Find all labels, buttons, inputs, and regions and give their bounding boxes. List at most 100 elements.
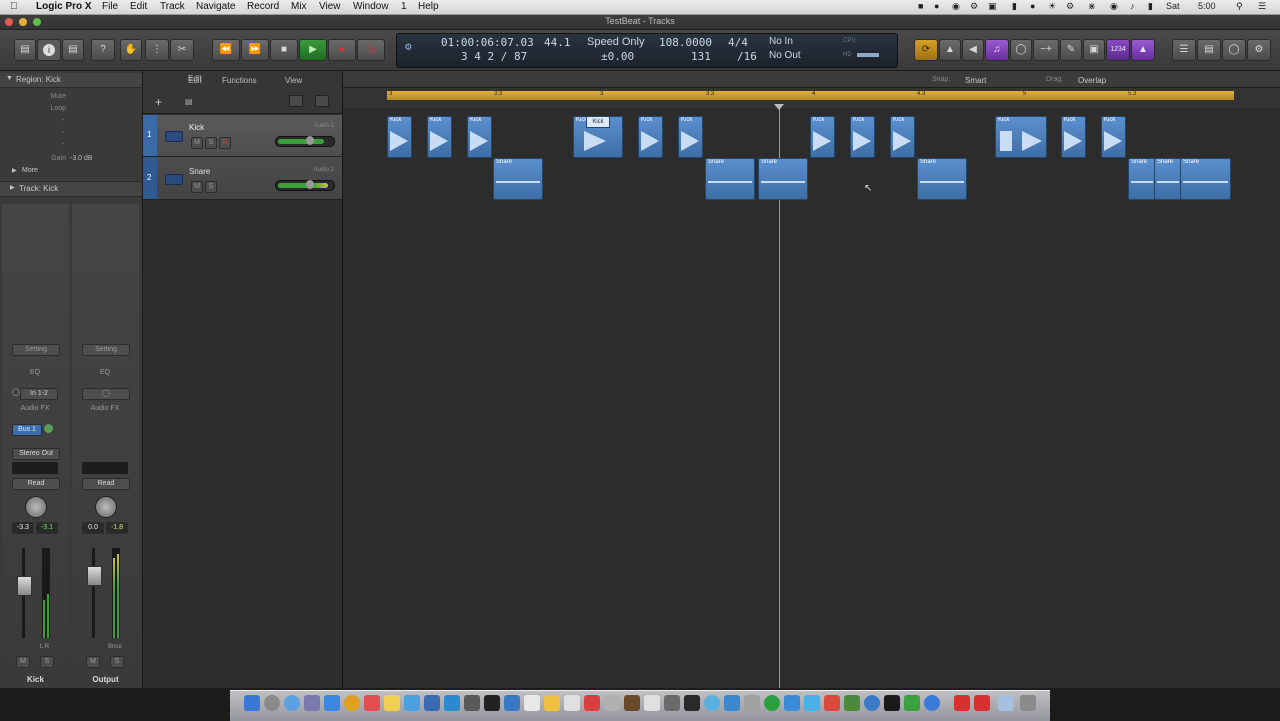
app-icon[interactable] (324, 695, 340, 711)
menu-app-name[interactable]: Logic Pro X (36, 1, 92, 12)
folder-icon[interactable]: ▤ (185, 97, 193, 106)
app-icon[interactable] (524, 695, 540, 711)
audio-region-kick[interactable]: Kick (810, 116, 835, 158)
app-icon[interactable] (824, 695, 840, 711)
app-icon[interactable] (564, 695, 580, 711)
audio-region-snare[interactable]: Snare (493, 158, 543, 200)
chrome-icon[interactable] (344, 695, 360, 711)
app-icon[interactable] (624, 695, 640, 711)
cycle-button[interactable]: ⟳ (914, 39, 938, 61)
local-edit-menu[interactable]: Edit (188, 76, 202, 85)
spotlight-icon[interactable]: ⚲ (1236, 1, 1243, 12)
track-volume-slider[interactable] (275, 136, 335, 147)
app-icon[interactable] (704, 695, 720, 711)
apple-menu-icon[interactable]:  (10, 1, 18, 12)
smart-controls-button[interactable]: ✋ (120, 39, 142, 61)
app-icon[interactable] (504, 695, 520, 711)
menu-help[interactable]: Help (418, 1, 439, 12)
app-icon[interactable] (974, 695, 990, 711)
group-slot[interactable] (82, 462, 128, 474)
status-icon[interactable]: ⚙ (1066, 1, 1074, 12)
tuner-button[interactable]: ▣ (1083, 39, 1105, 61)
track-name[interactable]: Kick (189, 123, 204, 132)
track-icon[interactable] (165, 174, 183, 185)
midi-button[interactable]: ▲ (1131, 39, 1155, 61)
mail-icon[interactable] (304, 695, 320, 711)
quick-help-button[interactable]: ? (91, 39, 115, 61)
count-in-button[interactable]: ◯ (1010, 39, 1032, 61)
app-icon[interactable] (884, 695, 900, 711)
status-icon[interactable]: ◉ (952, 1, 960, 12)
app-icon[interactable] (584, 695, 600, 711)
autopunch-button[interactable]: ◀ (962, 39, 984, 61)
app-icon[interactable] (404, 695, 420, 711)
rewind-button[interactable]: ⏪ (212, 39, 240, 61)
mute-button[interactable]: M (16, 656, 30, 668)
menu-track[interactable]: Track (160, 1, 185, 12)
menu-navigate[interactable]: Navigate (196, 1, 235, 12)
region-prop-gain[interactable]: Gain -3.0 dB (0, 155, 142, 167)
volume-thumb[interactable] (306, 136, 314, 145)
audio-region-kick[interactable]: Kick (467, 116, 492, 158)
track-mute-button[interactable]: M (191, 137, 203, 149)
clock-day[interactable]: Sat (1166, 1, 1180, 11)
twitter-icon[interactable] (804, 695, 820, 711)
audio-region-snare[interactable]: Snare (1128, 158, 1156, 200)
capture-record-button[interactable]: ◎ (357, 39, 385, 61)
send-knob-icon[interactable] (44, 424, 53, 433)
add-track-button[interactable]: + (155, 95, 162, 109)
menu-window[interactable]: Window (353, 1, 389, 12)
audio-region-kick[interactable]: Kick (890, 116, 915, 158)
region-more-toggle[interactable]: ▶ More (0, 167, 142, 179)
audio-region-snare[interactable]: Snare (1180, 158, 1231, 200)
group-slot[interactable] (12, 462, 58, 474)
track-solo-button[interactable]: S (205, 181, 217, 193)
status-icon[interactable]: ▮ (1012, 1, 1017, 12)
fast-forward-button[interactable]: ⏩ (241, 39, 269, 61)
local-functions-menu[interactable]: Functions (222, 76, 257, 85)
solo-button[interactable]: S (40, 656, 54, 668)
volume-fader[interactable] (87, 566, 102, 586)
audio-region-snare[interactable]: Snare (1154, 158, 1182, 200)
send-slot[interactable]: Bus 1 (12, 424, 42, 436)
setting-button[interactable]: Setting (12, 344, 60, 356)
pan-knob[interactable] (25, 496, 47, 518)
bounce-button[interactable]: Bnce (108, 644, 122, 650)
eq-slot[interactable]: EQ (12, 368, 58, 378)
pencil-button[interactable]: ✎ (1060, 39, 1082, 61)
status-icon[interactable]: ☀ (1048, 1, 1056, 12)
toolbar-button[interactable]: ▤ (62, 39, 84, 61)
library-button[interactable]: ▤ (14, 39, 36, 61)
region-prop[interactable]: - (0, 129, 142, 141)
peak-value[interactable]: -3.1 (36, 522, 58, 534)
region-prop-mute[interactable]: Mute (0, 93, 142, 105)
app-icon[interactable] (904, 695, 920, 711)
app-icon[interactable] (924, 695, 940, 711)
notification-icon[interactable]: ☰ (1258, 1, 1266, 12)
track-mute-button[interactable]: M (191, 181, 203, 193)
track-inspector-header[interactable]: ▶ Track: Kick (0, 181, 142, 197)
automation-mode[interactable]: Read (12, 478, 60, 490)
audio-region-kick[interactable]: Kick (850, 116, 875, 158)
app-icon[interactable] (664, 695, 680, 711)
replace-button[interactable]: ▲ (939, 39, 961, 61)
track-record-button[interactable]: R (219, 137, 231, 149)
audio-region-snare[interactable]: Snare (917, 158, 967, 200)
calendar-icon[interactable] (364, 695, 380, 711)
volume-value[interactable]: 0.0 (82, 522, 104, 534)
flex-icon[interactable] (315, 95, 329, 107)
peak-value[interactable]: -1.8 (106, 522, 128, 534)
snap-select[interactable]: Smart (965, 76, 986, 85)
app-icon[interactable] (544, 695, 560, 711)
drag-select[interactable]: Overlap (1078, 76, 1106, 85)
menu-1[interactable]: 1 (401, 1, 407, 12)
menu-file[interactable]: File (102, 1, 118, 12)
track-row-kick[interactable]: 1 Kick Audio 1 M S R (143, 115, 342, 157)
cycle-range[interactable] (387, 91, 1234, 100)
lcd-display[interactable]: ⚙ 01:00:06:07.03 3 4 2 / 87 44.1 Speed O… (396, 33, 898, 68)
list-editors-button[interactable]: ☰ (1172, 39, 1196, 61)
bluetooth-icon[interactable]: ⋇ (1088, 1, 1096, 12)
track-solo-button[interactable]: S (205, 137, 217, 149)
counter-button[interactable]: 1234 (1106, 39, 1130, 61)
audio-region-kick[interactable]: Kick (678, 116, 703, 158)
